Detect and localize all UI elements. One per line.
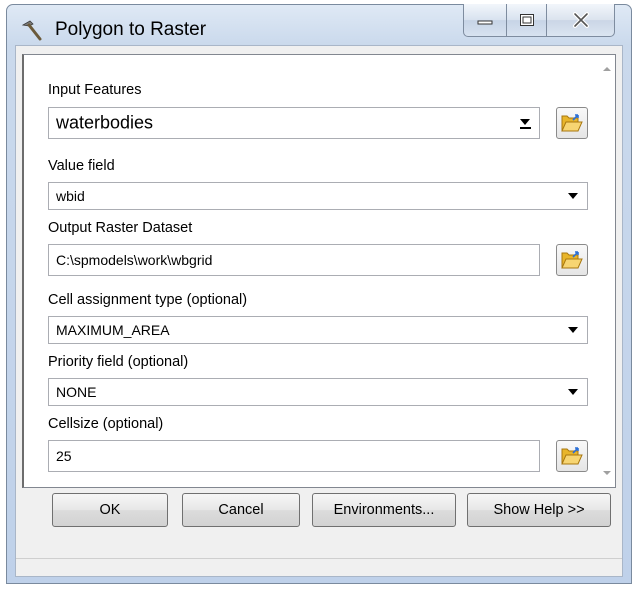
- value-field-value: wbid: [56, 188, 85, 204]
- tool-dialog-window: Polygon to Raster Input Features waterbo…: [6, 4, 632, 584]
- cell-assignment-select[interactable]: MAXIMUM_AREA: [48, 316, 588, 344]
- maximize-button[interactable]: [507, 4, 547, 37]
- output-raster-browse-button[interactable]: [556, 244, 588, 276]
- chevron-down-icon: [568, 389, 578, 395]
- close-icon: [572, 12, 589, 28]
- open-folder-icon: [561, 114, 583, 132]
- input-features-label: Input Features: [48, 82, 142, 98]
- ok-button[interactable]: OK: [52, 493, 168, 527]
- input-features-browse-button[interactable]: [556, 107, 588, 139]
- parameters-panel: Input Features waterbodies Value field w…: [22, 54, 616, 488]
- minimize-icon: [477, 20, 493, 25]
- dialog-body: Input Features waterbodies Value field w…: [15, 45, 623, 577]
- cancel-button[interactable]: Cancel: [182, 493, 300, 527]
- window-controls: [463, 4, 615, 37]
- show-help-button[interactable]: Show Help >>: [467, 493, 611, 527]
- minimize-button[interactable]: [463, 4, 507, 37]
- cell-assignment-label: Cell assignment type (optional): [48, 292, 248, 308]
- dropdown-arrow-icon[interactable]: [520, 119, 531, 129]
- cell-assignment-value: MAXIMUM_AREA: [56, 322, 170, 338]
- priority-field-select[interactable]: NONE: [48, 378, 588, 406]
- value-field-select[interactable]: wbid: [48, 182, 588, 210]
- priority-field-label: Priority field (optional): [48, 354, 189, 370]
- window-title: Polygon to Raster: [55, 19, 207, 40]
- output-raster-label: Output Raster Dataset: [48, 220, 193, 236]
- environments-button[interactable]: Environments...: [312, 493, 456, 527]
- cellsize-label: Cellsize (optional): [48, 416, 164, 432]
- output-raster-value: C:\spmodels\work\wbgrid: [56, 252, 213, 268]
- output-raster-input[interactable]: C:\spmodels\work\wbgrid: [48, 244, 540, 276]
- input-features-combobox[interactable]: waterbodies: [48, 107, 540, 139]
- cellsize-browse-button[interactable]: [556, 440, 588, 472]
- chevron-down-icon: [568, 193, 578, 199]
- status-divider: [16, 558, 622, 559]
- cellsize-input[interactable]: 25: [48, 440, 540, 472]
- maximize-icon: [519, 14, 534, 26]
- close-button[interactable]: [547, 4, 615, 37]
- scroll-up-icon[interactable]: [603, 67, 611, 71]
- hammer-icon: [21, 20, 42, 41]
- input-features-value: waterbodies: [56, 112, 154, 133]
- open-folder-icon: [561, 447, 583, 465]
- open-folder-icon: [561, 251, 583, 269]
- chevron-down-icon: [568, 327, 578, 333]
- scroll-down-icon[interactable]: [603, 471, 611, 475]
- vertical-scrollbar[interactable]: [598, 55, 615, 487]
- cellsize-value: 25: [56, 448, 72, 464]
- priority-field-value: NONE: [56, 384, 97, 400]
- value-field-label: Value field: [48, 158, 115, 174]
